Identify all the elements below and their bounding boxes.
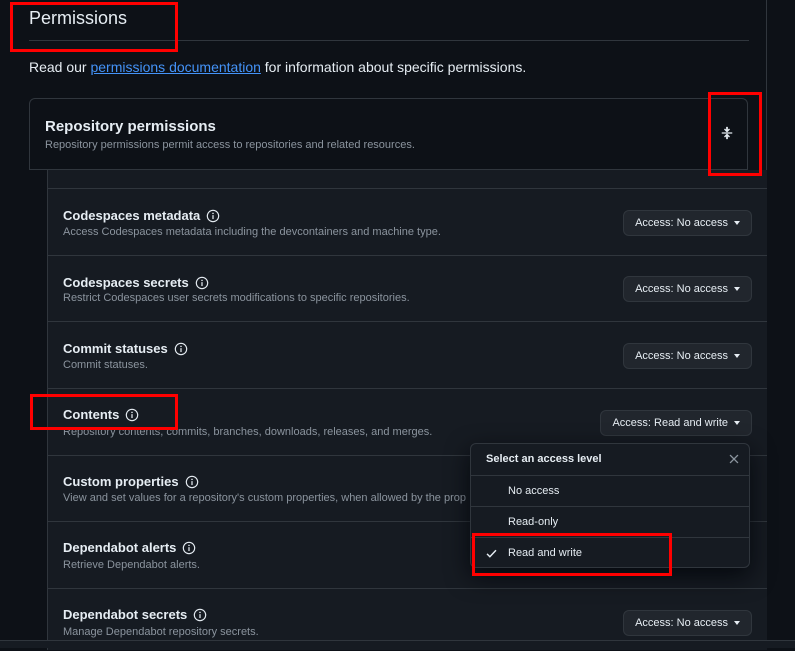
intro-prefix: Read our (29, 59, 91, 75)
triangle-down-icon (734, 621, 740, 625)
access-level-button[interactable]: Access: Read and write (600, 410, 752, 436)
permission-description: Restrict Codespaces user secrets modific… (63, 292, 410, 304)
access-level-label: Access: No access (635, 283, 728, 295)
permission-name: Dependabot secrets (63, 607, 207, 622)
collapse-button[interactable] (719, 125, 735, 141)
repository-permissions-title: Repository permissions (45, 118, 216, 135)
access-level-label: Access: Read and write (612, 417, 728, 429)
permission-name-label: Commit statuses (63, 341, 168, 356)
permission-name: Contents (63, 407, 139, 422)
title-divider (29, 40, 749, 41)
access-level-label: Access: No access (635, 350, 728, 362)
access-menu-title: Select an access level (486, 453, 602, 465)
permission-row-codespaces-secrets: Codespaces secrets Restrict Codespaces u… (48, 255, 767, 322)
permission-row-codespaces-metadata: Codespaces metadata Access Codespaces me… (48, 188, 767, 256)
permission-name-label: Custom properties (63, 474, 179, 489)
permission-description: Retrieve Dependabot alerts. (63, 559, 200, 571)
permission-name: Commit statuses (63, 341, 188, 356)
permission-description: Repository contents, commits, branches, … (63, 426, 433, 438)
access-option-no-access[interactable]: No access (471, 475, 749, 507)
fold-icon (721, 126, 733, 140)
repository-permissions-description: Repository permissions permit access to … (45, 139, 415, 151)
access-level-button[interactable]: Access: No access (623, 210, 752, 236)
access-level-button[interactable]: Access: No access (623, 276, 752, 302)
access-level-label: Access: No access (635, 617, 728, 629)
access-level-button[interactable]: Access: No access (623, 610, 752, 636)
permission-name-label: Dependabot alerts (63, 540, 177, 555)
access-option-read-only[interactable]: Read-only (471, 506, 749, 538)
info-icon[interactable] (185, 475, 199, 489)
permission-name-label: Codespaces secrets (63, 275, 189, 290)
permission-name: Codespaces secrets (63, 275, 209, 290)
access-menu-header: Select an access level (471, 444, 749, 476)
permission-description: Manage Dependabot repository secrets. (63, 626, 259, 638)
permissions-documentation-link[interactable]: permissions documentation (90, 59, 260, 75)
permission-description: Commit statuses. (63, 359, 148, 371)
access-option-label: Read-only (508, 516, 559, 528)
permission-row-commit-statuses: Commit statuses Commit statuses. Access:… (48, 321, 767, 389)
info-icon[interactable] (174, 342, 188, 356)
permission-name: Dependabot alerts (63, 540, 196, 555)
triangle-down-icon (734, 287, 740, 291)
permission-name-label: Dependabot secrets (63, 607, 188, 622)
permission-name: Codespaces metadata (63, 208, 220, 223)
permission-name-label: Codespaces metadata (63, 208, 201, 223)
access-level-label: Access: No access (635, 217, 728, 229)
info-icon[interactable] (193, 608, 207, 622)
permissions-list: Codespaces metadata Access Codespaces me… (47, 170, 767, 650)
triangle-down-icon (734, 421, 740, 425)
access-option-label: Read and write (508, 547, 582, 559)
permission-description: Access Codespaces metadata including the… (63, 226, 441, 238)
page-title: Permissions (29, 8, 128, 28)
access-option-label: No access (508, 485, 560, 497)
info-icon[interactable] (182, 541, 196, 555)
triangle-down-icon (734, 354, 740, 358)
access-level-button[interactable]: Access: No access (623, 343, 752, 369)
permission-name-label: Contents (63, 407, 120, 422)
info-icon[interactable] (195, 276, 209, 290)
x-icon[interactable] (727, 452, 741, 466)
check-icon (486, 549, 497, 558)
permission-name: Custom properties (63, 474, 199, 489)
triangle-down-icon (734, 221, 740, 225)
access-level-menu: Select an access level No access Read-on… (470, 443, 750, 568)
repository-permissions-header[interactable]: Repository permissions Repository permis… (29, 98, 748, 170)
intro-suffix: for information about specific permissio… (260, 59, 527, 75)
permissions-intro: Read our permissions documentation for i… (29, 59, 526, 75)
permission-description: View and set values for a repository's c… (63, 492, 466, 504)
info-icon[interactable] (206, 209, 220, 223)
access-option-read-and-write[interactable]: Read and write (471, 537, 749, 569)
info-icon[interactable] (125, 408, 139, 422)
